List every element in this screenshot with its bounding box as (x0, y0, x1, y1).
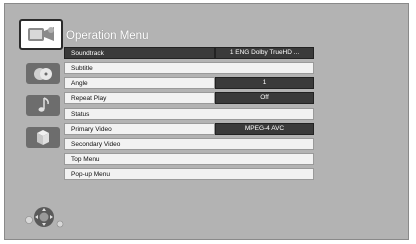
menu-item-secondary-video[interactable]: Secondary Video (64, 138, 314, 150)
menu-item-label: Angle (71, 79, 88, 87)
music-note-icon (38, 97, 49, 112)
menu-item-label: Primary Video (71, 125, 112, 133)
soundtrack-value[interactable]: 1 ENG Dolby TrueHD ... (215, 47, 314, 59)
repeat-play-value[interactable]: Off (215, 92, 314, 104)
category-tab-settings[interactable] (26, 127, 60, 148)
menu-item-label: Status (71, 110, 90, 118)
menu-item-popup-menu[interactable]: Pop-up Menu (64, 168, 314, 180)
operation-menu-screen: Operation Menu Soundtrack 1 ENG Dolby Tr… (4, 3, 409, 240)
disc-player-icon (28, 27, 54, 41)
menu-item-repeat-play[interactable]: Repeat Play (64, 92, 215, 104)
menu-item-label: Subtitle (71, 64, 93, 72)
menu-item-status[interactable]: Status (64, 108, 314, 120)
menu-item-label: Repeat Play (71, 94, 107, 102)
disc-icon (34, 68, 52, 80)
menu-item-label: Top Menu (71, 155, 100, 163)
remote-navigation-icon (23, 204, 67, 234)
category-tab-disc[interactable] (26, 63, 60, 84)
menu-item-soundtrack[interactable]: Soundtrack (64, 47, 215, 59)
menu-title: Operation Menu (66, 30, 149, 42)
category-tab-player[interactable] (19, 19, 63, 50)
menu-item-label: Secondary Video (71, 140, 121, 148)
menu-item-primary-video[interactable]: Primary Video (64, 123, 215, 135)
angle-value[interactable]: 1 (215, 77, 314, 89)
category-tab-music[interactable] (26, 95, 60, 116)
cube-icon (37, 130, 49, 145)
menu-item-top-menu[interactable]: Top Menu (64, 153, 314, 165)
menu-item-angle[interactable]: Angle (64, 77, 215, 89)
menu-item-subtitle[interactable]: Subtitle (64, 62, 314, 74)
menu-item-label: Soundtrack (71, 49, 104, 57)
primary-video-value[interactable]: MPEG-4 AVC (215, 123, 314, 135)
menu-item-label: Pop-up Menu (71, 170, 111, 178)
